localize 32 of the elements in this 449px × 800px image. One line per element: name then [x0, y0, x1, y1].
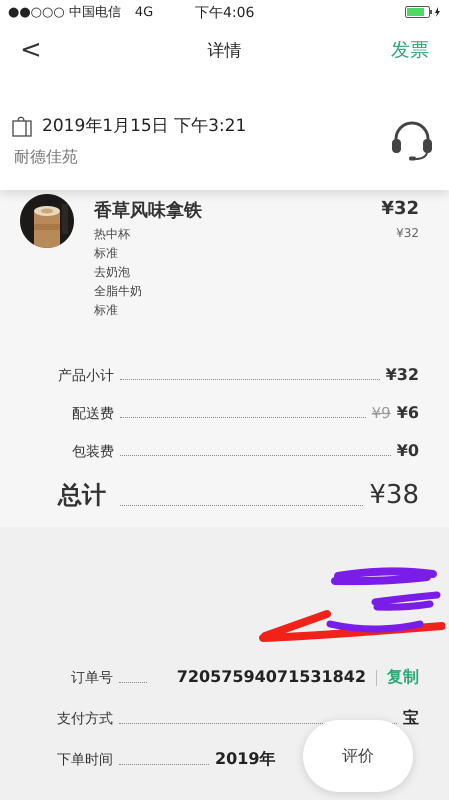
clock: 下午4:06 — [195, 4, 254, 22]
headset-icon[interactable] — [391, 121, 433, 161]
product-option: 全脂牛奶 — [94, 283, 142, 300]
info-label: 订单号 — [70, 669, 113, 687]
carrier: ●●○○○ 中国电信 — [8, 4, 121, 21]
summary-label: 包装费 — [71, 443, 114, 461]
product-option: 去奶泡 — [94, 264, 142, 281]
product-option: 热中杯 — [94, 226, 142, 243]
store-name: 耐德佳苑 — [13, 147, 79, 168]
back-button[interactable]: < — [20, 35, 42, 65]
summary-label: 产品小计 — [57, 367, 114, 385]
total-label: 总计 — [56, 480, 107, 511]
product-name: 香草风味拿铁 — [94, 199, 202, 222]
product-option: 标准 — [94, 302, 142, 319]
battery-icon — [405, 6, 441, 18]
summary-value: ¥0 — [396, 441, 419, 460]
order-number: 72057594071531842 — [176, 667, 366, 686]
product-price: ¥32 — [381, 198, 419, 221]
summary-value: ¥32 — [386, 365, 419, 384]
total-value: ¥38 — [369, 480, 419, 510]
summary-value: ¥6 — [396, 403, 419, 422]
unit-price: ¥32 — [396, 226, 419, 242]
product-option: 标准 — [94, 245, 142, 262]
original-price: ¥9 — [372, 404, 391, 422]
info-value: 2019年 — [215, 749, 276, 770]
bag-icon — [12, 114, 32, 136]
page-title: 详情 — [208, 40, 242, 60]
summary-label: 配送费 — [71, 405, 114, 423]
info-label: 支付方式 — [56, 710, 113, 728]
info-label: 下单时间 — [56, 751, 113, 769]
order-datetime: 2019年1月15日 下午3:21 — [42, 115, 246, 137]
network-type: 4G — [134, 4, 154, 20]
